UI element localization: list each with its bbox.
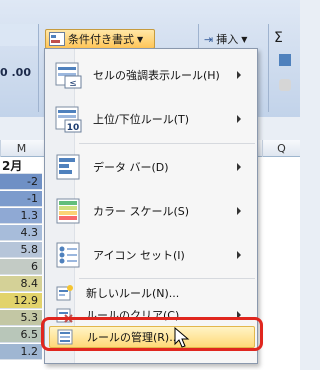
menu-item-icon-sets[interactable]: アイコン セット(I) — [49, 235, 255, 275]
autosum-button[interactable]: Σ — [274, 30, 283, 46]
new-rule-icon — [56, 285, 73, 301]
icon-sets-icon — [56, 242, 80, 268]
menu-item-color-scales[interactable]: カラー スケール(S) — [49, 191, 255, 231]
menu-item-highlight-cells-rules[interactable]: ≤ セルの強調表示ルール(H) — [49, 55, 255, 95]
menu-item-new-rule[interactable]: 新しいルール(N)... — [49, 282, 255, 304]
highlight-annotation-ring — [41, 317, 263, 351]
submenu-arrow-icon — [237, 207, 241, 215]
clear-icon[interactable] — [279, 79, 291, 91]
data-cell[interactable]: 5.8 — [0, 242, 42, 258]
menu-item-label: 上位/下位ルール(T) — [93, 113, 190, 126]
dropdown-arrow-icon: ▼ — [241, 34, 248, 44]
submenu-arrow-icon — [237, 115, 241, 123]
conditional-format-icon — [49, 32, 65, 46]
data-cell[interactable]: 5.3 — [0, 310, 42, 326]
menu-item-data-bars[interactable]: データ バー(D) — [49, 147, 255, 187]
data-cell[interactable]: 6.5 — [0, 327, 42, 343]
menu-item-label: セルの強調表示ルール(H) — [93, 69, 220, 82]
submenu-arrow-icon — [237, 251, 241, 259]
color-scales-icon — [56, 198, 80, 224]
svg-text:≤: ≤ — [69, 79, 77, 89]
highlight-rules-icon: ≤ — [55, 62, 82, 89]
menu-separator — [79, 278, 255, 279]
column-header-m[interactable]: M — [0, 140, 42, 157]
submenu-arrow-icon — [237, 71, 241, 79]
menu-item-label: データ バー(D) — [93, 161, 169, 174]
svg-text:10: 10 — [67, 123, 80, 133]
conditional-formatting-button[interactable]: 条件付き書式 ▼ — [45, 29, 155, 49]
insert-button[interactable]: ⇥ 挿入 ▼ — [204, 31, 247, 47]
menu-item-label: アイコン セット(I) — [93, 249, 185, 262]
dropdown-arrow-icon: ▼ — [137, 34, 144, 44]
data-cell[interactable]: -1 — [0, 191, 42, 207]
menu-separator — [79, 143, 255, 144]
data-cell[interactable]: 8.4 — [0, 276, 42, 292]
decimal-buttons[interactable]: 0 .00 — [0, 66, 31, 79]
group-separator — [38, 24, 39, 112]
menu-item-label: カラー スケール(S) — [93, 205, 190, 218]
data-cell[interactable]: 6 — [0, 259, 42, 275]
menu-item-top-bottom-rules[interactable]: 10 上位/下位ルール(T) — [49, 99, 255, 139]
column-header-q[interactable]: Q — [262, 140, 300, 157]
fill-down-icon[interactable] — [279, 54, 291, 66]
mouse-cursor-icon — [174, 327, 190, 348]
data-bars-icon — [56, 154, 80, 180]
data-cell[interactable]: 1.3 — [0, 208, 42, 224]
month-header-cell[interactable]: 2月 — [0, 158, 42, 174]
data-cell[interactable]: -2 — [0, 174, 42, 190]
data-cell[interactable]: 1.2 — [0, 344, 42, 360]
data-cell[interactable]: 12.9 — [0, 293, 42, 309]
ribbon-left-area — [0, 24, 38, 46]
data-cell[interactable]: 4.3 — [0, 225, 42, 241]
insert-cells-icon: ⇥ — [204, 32, 214, 46]
submenu-arrow-icon — [237, 163, 241, 171]
group-separator — [268, 24, 269, 112]
top-bottom-rules-icon: 10 — [55, 106, 82, 133]
menu-item-label: 新しいルール(N)... — [86, 287, 180, 300]
